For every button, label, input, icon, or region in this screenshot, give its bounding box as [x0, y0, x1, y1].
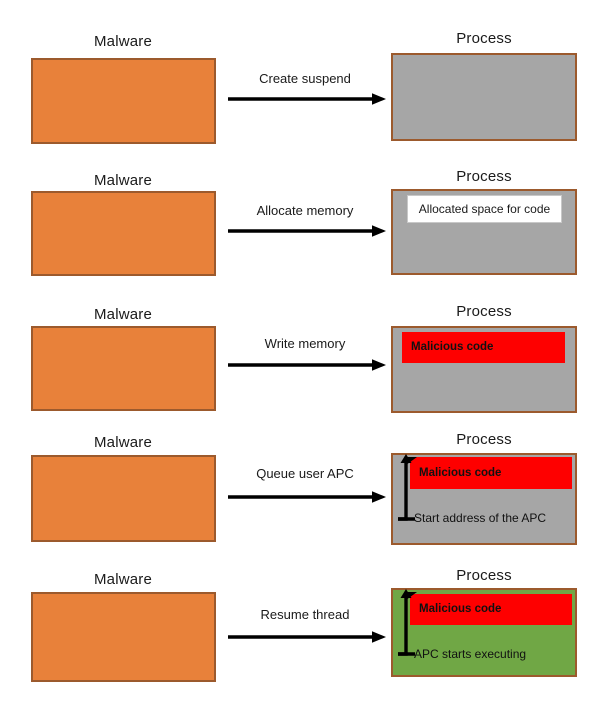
- process-label-5: Process: [456, 567, 512, 584]
- process-label-2: Process: [456, 168, 512, 185]
- diagram-step-5: Malware Process Malicious code APC start…: [0, 535, 614, 695]
- malware-box-1: [31, 58, 216, 144]
- malware-box-2: [31, 191, 216, 276]
- malicious-code-block-3: Malicious code: [402, 332, 565, 363]
- malware-box-3: [31, 326, 216, 411]
- malware-label-3: Malware: [93, 306, 153, 323]
- malware-label-4: Malware: [93, 434, 153, 451]
- malware-label-5: Malware: [93, 571, 153, 588]
- diagram-step-1: Malware Process Create suspend: [0, 0, 614, 150]
- malware-box-4: [31, 455, 216, 542]
- diagram-step-3: Malware Process Malicious code Write mem…: [0, 270, 614, 413]
- action-arrow-2: [228, 225, 386, 237]
- apc-pointer-label-4: Start address of the APC: [414, 511, 547, 525]
- action-arrow-5: [228, 631, 386, 643]
- action-label-1: Create suspend: [259, 71, 351, 86]
- malware-box-5: [31, 592, 216, 682]
- diagram-canvas: Malware Process Create suspend Malware P…: [0, 0, 614, 709]
- apc-pointer-label-5: APC starts executing: [414, 647, 527, 661]
- action-label-4: Queue user APC: [256, 466, 354, 481]
- process-box-1: [391, 53, 577, 141]
- process-label-1: Process: [456, 30, 512, 47]
- action-arrow-1: [228, 93, 386, 105]
- malicious-code-block-5: Malicious code: [410, 594, 572, 625]
- action-arrow-4: [228, 491, 386, 503]
- malicious-code-block-4: Malicious code: [410, 457, 572, 489]
- diagram-step-2: Malware Process Allocated space for code…: [0, 135, 614, 277]
- process-label-4: Process: [456, 431, 512, 448]
- malware-label-2: Malware: [93, 172, 153, 189]
- process-label-3: Process: [456, 303, 512, 320]
- diagram-step-4: Malware Process Malicious code Start add…: [0, 400, 614, 550]
- action-label-5: Resume thread: [260, 607, 350, 622]
- process-box-2: Allocated space for code: [391, 189, 577, 275]
- allocated-space-block: Allocated space for code: [407, 195, 562, 223]
- action-arrow-3: [228, 359, 386, 371]
- action-label-2: Allocate memory: [256, 203, 354, 218]
- action-label-3: Write memory: [264, 336, 346, 351]
- malware-label-1: Malware: [93, 33, 153, 50]
